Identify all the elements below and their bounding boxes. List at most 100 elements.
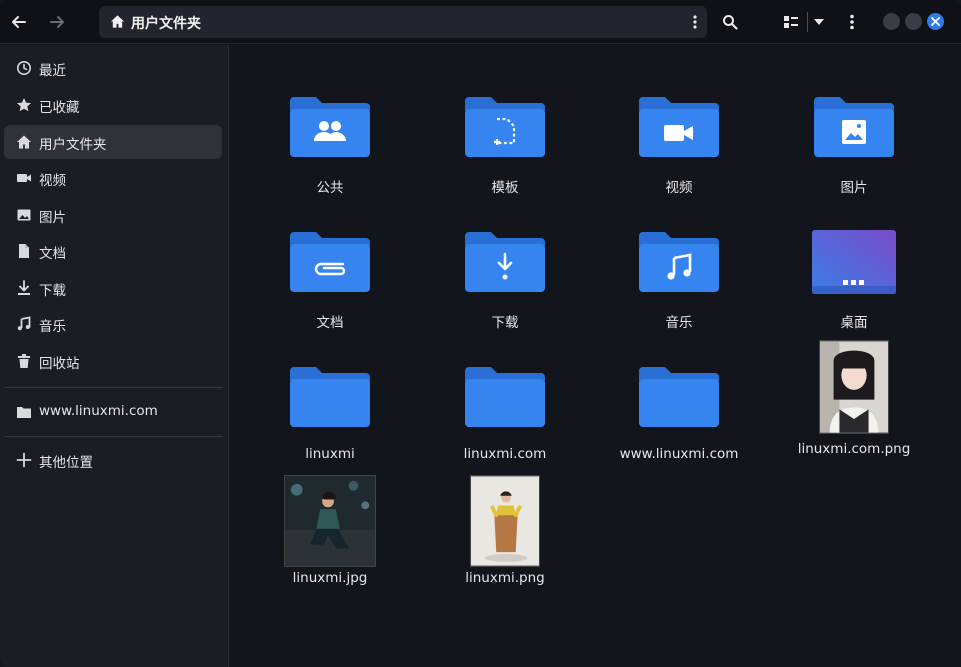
file-label: 桌面 — [840, 315, 868, 331]
sidebar-item-trash[interactable]: 回收站 — [4, 344, 222, 378]
home-icon — [110, 15, 125, 28]
file-label: 公共 — [316, 180, 344, 196]
file-item-www-linuxmi-com[interactable]: www.linuxmi.com — [592, 343, 766, 473]
sidebar-separator — [4, 436, 223, 437]
kebab-menu-icon[interactable] — [693, 14, 697, 30]
folder-thumbnail — [767, 73, 941, 181]
document-icon — [19, 244, 29, 258]
image-thumbnail-area — [767, 338, 941, 436]
path-label[interactable]: 用户文件夹 — [131, 13, 201, 33]
folder-thumbnail — [418, 208, 592, 316]
image-icon — [17, 209, 31, 221]
search-button[interactable] — [715, 7, 745, 37]
file-item-templates[interactable]: 模板 — [418, 73, 592, 203]
view-mode-button[interactable] — [776, 7, 806, 37]
file-label: 视频 — [665, 180, 693, 196]
folder-icon — [639, 97, 719, 157]
file-label: linuxmi.com.png — [797, 441, 911, 457]
sidebar-item-other-locations[interactable]: 其他位置 — [4, 443, 222, 477]
video-icon — [17, 174, 31, 182]
sidebar: 最近 已收藏 用户文件夹 视频 图片 文档 下载 音乐 回收站 www.linu… — [0, 45, 229, 667]
folder-thumbnail — [592, 208, 766, 316]
folder-thumbnail — [243, 208, 417, 316]
file-item-public[interactable]: 公共 — [243, 73, 417, 203]
home-icon — [17, 135, 31, 149]
close-button[interactable] — [927, 13, 944, 30]
file-item-desktop[interactable]: 桌面 — [767, 208, 941, 338]
sidebar-item-documents[interactable]: 文档 — [4, 234, 222, 268]
forward-button[interactable] — [42, 7, 72, 37]
close-icon — [931, 17, 940, 26]
file-label: linuxmi.com — [463, 446, 547, 462]
file-label: 文档 — [316, 315, 344, 331]
star-icon — [16, 98, 32, 112]
folder-thumbnail — [243, 343, 417, 451]
file-grid: 公共 模板 视频 图片 文档 下载 音乐 桌面 linuxmi linuxmi.… — [230, 45, 961, 667]
sidebar-item-label: 音乐 — [39, 319, 66, 335]
minimize-button[interactable] — [883, 13, 900, 30]
file-item-pictures[interactable]: 图片 — [767, 73, 941, 203]
sidebar-item-label: www.linuxmi.com — [39, 403, 158, 419]
sidebar-item-starred[interactable]: 已收藏 — [4, 88, 222, 122]
sidebar-item-downloads[interactable]: 下载 — [4, 271, 222, 305]
folder-icon — [814, 97, 894, 157]
back-button[interactable] — [4, 7, 34, 37]
folder-icon — [639, 232, 719, 292]
file-label: linuxmi — [305, 446, 355, 462]
sidebar-item-label: 回收站 — [39, 356, 80, 372]
file-item-videos[interactable]: 视频 — [592, 73, 766, 203]
file-item-linuxmi-com-png[interactable]: linuxmi.com.png — [767, 338, 941, 468]
file-item-linuxmi-png[interactable]: linuxmi.png — [418, 470, 592, 600]
folder-icon — [465, 97, 545, 157]
folder-thumbnail — [418, 73, 592, 181]
file-label: 图片 — [840, 180, 868, 196]
sidebar-item-pictures[interactable]: 图片 — [4, 198, 222, 232]
file-label: 模板 — [491, 180, 519, 196]
file-item-linuxmi-jpg[interactable]: linuxmi.jpg — [243, 470, 417, 600]
chevron-down-icon — [814, 19, 824, 25]
sidebar-item-home[interactable]: 用户文件夹 — [4, 125, 222, 159]
sidebar-item-label: 用户文件夹 — [39, 137, 107, 153]
photo-thumbnail — [284, 475, 376, 567]
sidebar-item-label: 已收藏 — [39, 100, 80, 116]
file-item-documents[interactable]: 文档 — [243, 208, 417, 338]
file-label: 下载 — [491, 315, 519, 331]
file-item-downloads[interactable]: 下载 — [418, 208, 592, 338]
file-label: linuxmi.jpg — [292, 570, 368, 586]
photo-thumbnail — [819, 340, 889, 434]
app-menu-button[interactable] — [837, 7, 867, 37]
kebab-menu-icon — [850, 14, 854, 30]
path-bar[interactable]: 用户文件夹 — [99, 6, 707, 38]
sidebar-item-label: 图片 — [39, 210, 66, 226]
desktop-thumbnail — [767, 208, 941, 316]
folder-thumbnail — [243, 73, 417, 181]
header-bar: 用户文件夹 — [0, 0, 961, 44]
sidebar-item-label: 视频 — [39, 173, 66, 189]
sidebar-item-bookmark[interactable]: www.linuxmi.com — [4, 395, 222, 429]
trash-icon — [18, 354, 30, 368]
sidebar-item-music[interactable]: 音乐 — [4, 307, 222, 341]
sidebar-item-label: 最近 — [39, 63, 66, 79]
folder-icon — [290, 97, 370, 157]
folder-icon — [290, 232, 370, 292]
folder-icon — [17, 407, 31, 418]
file-label: 音乐 — [665, 315, 693, 331]
file-label: linuxmi.png — [465, 570, 545, 586]
file-item-linuxmi[interactable]: linuxmi — [243, 343, 417, 473]
folder-thumbnail — [592, 343, 766, 451]
sidebar-separator — [4, 387, 223, 388]
sidebar-item-label: 下载 — [39, 283, 66, 299]
folder-icon — [290, 367, 370, 427]
file-item-music[interactable]: 音乐 — [592, 208, 766, 338]
sidebar-item-videos[interactable]: 视频 — [4, 161, 222, 195]
sidebar-item-recent[interactable]: 最近 — [4, 51, 222, 85]
image-thumbnail-area — [418, 472, 592, 570]
view-options-dropdown[interactable] — [804, 7, 834, 37]
maximize-button[interactable] — [905, 13, 922, 30]
search-icon — [723, 15, 738, 30]
file-item-linuxmi-com[interactable]: linuxmi.com — [418, 343, 592, 473]
image-icon — [842, 120, 866, 144]
desktop-icon — [812, 230, 896, 294]
download-icon — [18, 280, 30, 295]
folder-icon — [465, 367, 545, 427]
